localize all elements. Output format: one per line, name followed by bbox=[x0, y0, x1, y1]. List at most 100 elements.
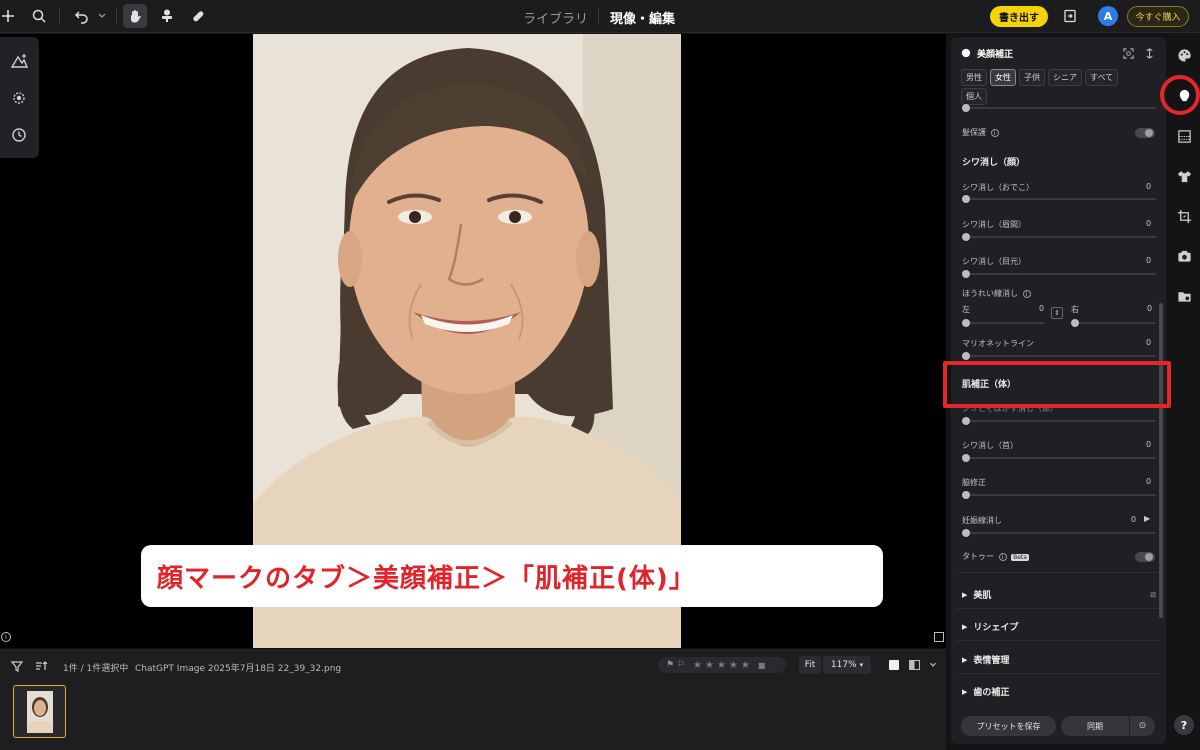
slider-track[interactable] bbox=[962, 236, 1156, 238]
slider-track-right[interactable] bbox=[1072, 322, 1156, 324]
slider-label: シワ消し（眉間） bbox=[962, 220, 1026, 229]
info-icon[interactable]: i bbox=[1, 632, 11, 642]
fit-button[interactable]: Fit bbox=[799, 656, 821, 674]
slider-value: 0 bbox=[1146, 256, 1152, 265]
hand-icon[interactable] bbox=[123, 4, 147, 28]
gradient-icon[interactable] bbox=[1174, 126, 1194, 146]
bandage-icon[interactable] bbox=[186, 4, 210, 28]
slider-track-left[interactable] bbox=[962, 322, 1044, 324]
chevron-down-icon[interactable] bbox=[90, 4, 114, 28]
search-icon[interactable] bbox=[27, 4, 51, 28]
folder-icon[interactable] bbox=[1174, 286, 1194, 306]
slider-track[interactable] bbox=[962, 457, 1156, 459]
crop-icon[interactable] bbox=[1174, 206, 1194, 226]
history-icon[interactable] bbox=[8, 124, 30, 146]
sort-icon[interactable] bbox=[34, 658, 48, 672]
split-view-icon[interactable] bbox=[905, 656, 923, 674]
slider-knob[interactable] bbox=[962, 454, 970, 462]
thumbnail[interactable] bbox=[13, 685, 66, 738]
hair-protect-label: 髪保護 i bbox=[962, 127, 999, 138]
section-beauty-skin[interactable]: ▶ 美肌 ⧄ bbox=[962, 588, 1156, 602]
slider-knob[interactable] bbox=[962, 491, 970, 499]
slider-track[interactable] bbox=[962, 198, 1156, 200]
info-icon[interactable]: i bbox=[990, 129, 999, 137]
plus-icon[interactable] bbox=[0, 4, 20, 28]
chip-female[interactable]: 女性 bbox=[990, 69, 1016, 86]
compare-icon[interactable] bbox=[1058, 4, 1082, 28]
slider-track[interactable] bbox=[962, 420, 1156, 422]
face-detect-icon[interactable] bbox=[1123, 47, 1134, 59]
tab-develop[interactable]: 現像・編集 bbox=[610, 8, 675, 27]
slider-knob[interactable] bbox=[962, 104, 970, 112]
info-icon[interactable]: i bbox=[998, 553, 1007, 561]
palette-icon[interactable] bbox=[1174, 45, 1194, 65]
slider-value: 0 bbox=[1146, 182, 1152, 191]
left-label: 左 bbox=[962, 305, 970, 314]
edit-icon[interactable]: ⧄ bbox=[1150, 590, 1156, 600]
chevron-right-icon: ▶ bbox=[962, 655, 968, 664]
slider-track[interactable] bbox=[962, 494, 1156, 496]
slider-label: 妊娠線消し bbox=[962, 516, 1002, 525]
save-preset-button[interactable]: プリセットを保存 bbox=[961, 716, 1056, 736]
slider-knob[interactable] bbox=[1071, 319, 1079, 327]
section-teeth[interactable]: ▶ 歯の補正 bbox=[962, 685, 1156, 699]
slider-label: マリオネットライン bbox=[962, 339, 1034, 348]
slider-knob[interactable] bbox=[962, 529, 970, 537]
export-button[interactable]: 書き出す bbox=[990, 6, 1048, 27]
slider-knob[interactable] bbox=[962, 195, 970, 203]
slider-track[interactable] bbox=[962, 532, 1156, 534]
buy-now-button[interactable]: 今すぐ購入 bbox=[1127, 6, 1189, 27]
chip-male[interactable]: 男性 bbox=[961, 69, 987, 86]
slider-knob[interactable] bbox=[962, 270, 970, 278]
slider-track[interactable] bbox=[962, 107, 1156, 109]
star-icon[interactable]: ★ bbox=[705, 660, 714, 671]
camera-icon[interactable] bbox=[1174, 246, 1194, 266]
sync-options-icon[interactable]: ⊙ bbox=[1130, 716, 1155, 736]
avatar[interactable]: A bbox=[1098, 6, 1118, 26]
panel-scrollbar[interactable] bbox=[1159, 303, 1163, 618]
section-reshape[interactable]: ▶ リシェイプ bbox=[962, 620, 1156, 634]
tab-library[interactable]: ライブラリ bbox=[523, 8, 588, 27]
reset-icon[interactable] bbox=[1144, 47, 1155, 59]
slider-knob[interactable] bbox=[962, 352, 970, 360]
color-label-icon[interactable]: ■ bbox=[758, 661, 766, 670]
single-view-icon[interactable] bbox=[885, 656, 903, 674]
slider-value: 0 bbox=[1146, 219, 1152, 228]
section-expression[interactable]: ▶ 表情管理 bbox=[962, 653, 1156, 667]
shirt-icon[interactable] bbox=[1174, 166, 1194, 186]
slider-track[interactable] bbox=[962, 273, 1156, 275]
left-tool-palette bbox=[0, 37, 39, 158]
slider-knob[interactable] bbox=[962, 233, 970, 241]
sun-icon[interactable] bbox=[8, 87, 30, 109]
caption-text: 顔マークのタブ＞美顔補正＞「肌補正(体)」 bbox=[157, 563, 696, 594]
left-value: 0 bbox=[1039, 304, 1045, 313]
zoom-select[interactable]: 117% ▾ bbox=[823, 656, 871, 674]
link-icon[interactable]: ⇕ bbox=[1051, 307, 1063, 319]
chevron-right-icon[interactable]: ▶ bbox=[1144, 514, 1150, 523]
star-icon[interactable]: ★ bbox=[693, 660, 702, 671]
star-icon[interactable]: ★ bbox=[717, 660, 726, 671]
slider-value: 0 bbox=[1146, 477, 1152, 486]
star-icon[interactable]: ★ bbox=[729, 660, 738, 671]
stamp-icon[interactable] bbox=[155, 4, 179, 28]
rating-bar: ⚑ ⚐ ★ ★ ★ ★ ★ ■ bbox=[658, 657, 786, 673]
chip-individual[interactable]: 個人 bbox=[961, 88, 987, 105]
slider-track[interactable] bbox=[962, 355, 1156, 357]
slider-label: シワ消し（おでこ） bbox=[962, 183, 1034, 192]
info-icon[interactable]: i bbox=[1022, 290, 1031, 298]
chip-child[interactable]: 子供 bbox=[1019, 69, 1045, 86]
tattoo-toggle[interactable] bbox=[1135, 552, 1155, 562]
panel-toggle-icon[interactable] bbox=[934, 632, 944, 642]
chip-senior[interactable]: シニア bbox=[1048, 69, 1082, 86]
chip-all[interactable]: すべて bbox=[1085, 69, 1119, 86]
help-icon[interactable]: ? bbox=[1174, 715, 1194, 735]
filter-icon[interactable] bbox=[10, 658, 24, 672]
slider-knob[interactable] bbox=[962, 417, 970, 425]
slider-knob[interactable] bbox=[962, 319, 970, 327]
star-icon[interactable]: ★ bbox=[741, 660, 750, 671]
sync-button[interactable]: 同期 bbox=[1061, 716, 1129, 736]
hair-protect-toggle[interactable] bbox=[1135, 128, 1155, 138]
chevron-down-icon[interactable] bbox=[924, 656, 942, 674]
flag-icon[interactable]: ⚑ ⚐ bbox=[666, 660, 685, 670]
auto-enhance-icon[interactable] bbox=[8, 50, 30, 72]
